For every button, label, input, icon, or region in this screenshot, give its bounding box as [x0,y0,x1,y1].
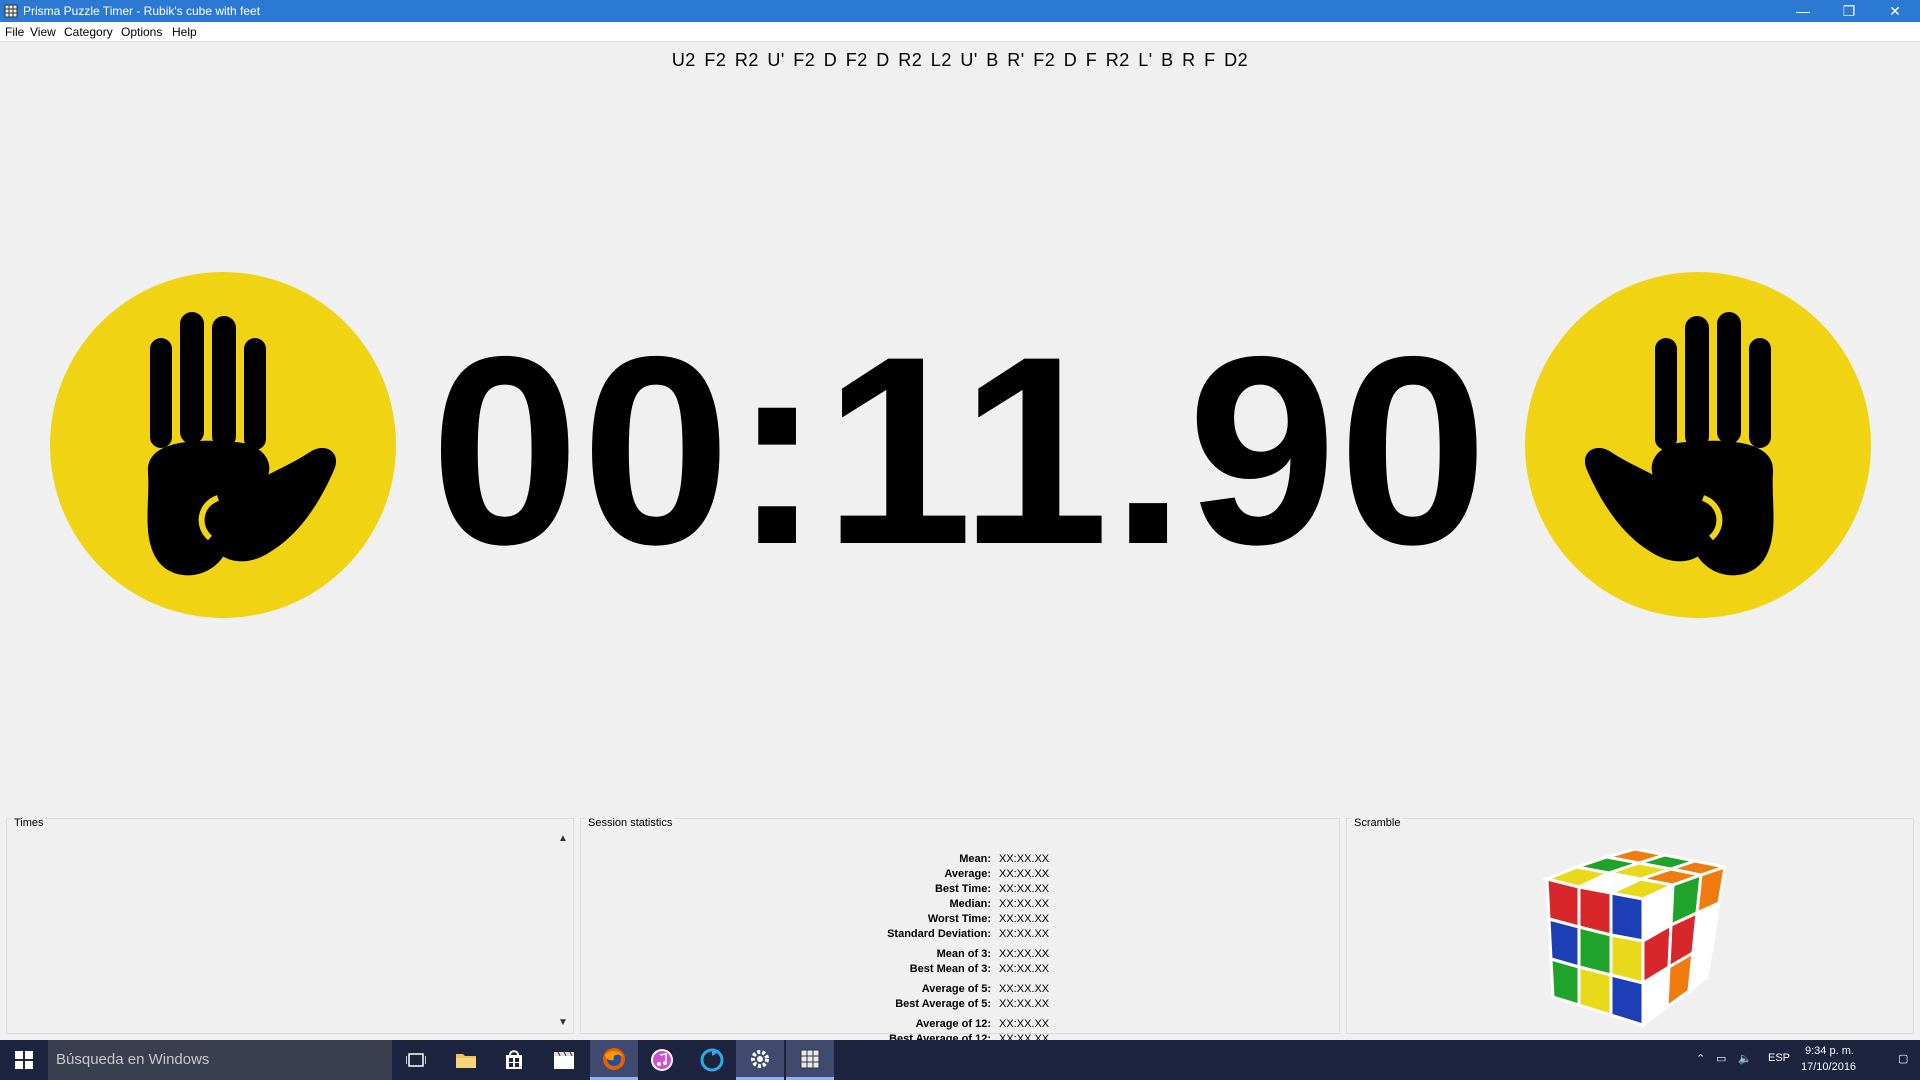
times-panel-title: Times [12,817,46,829]
stat-label: Mean: [959,853,991,865]
stat-row-average: Average: XX:XX.XX [581,868,1341,882]
session-statistics-panel: Session statistics Mean: XX:XX.XX Averag… [580,817,1341,1045]
scroll-up-icon[interactable]: ▲ [555,833,571,847]
network-icon[interactable]: ▭ [1716,1052,1726,1065]
scroll-down-icon[interactable]: ▼ [555,1017,571,1031]
stat-label: Average of 12: [915,1018,991,1030]
window-title: Prisma Puzzle Timer - Rubik's cube with … [23,4,261,18]
stat-label: Best Time: [934,883,991,895]
scramble-text: U2 F2 R2 U' F2 D F2 D R2 L2 U' B R' F2 D… [671,50,1249,70]
search-placeholder: Búsqueda en Windows [56,1051,210,1068]
stat-value: XX:XX.XX [999,963,1050,975]
stat-label: Best Average of 5: [895,998,991,1010]
clock-time[interactable]: 9:34 p. m. [1805,1045,1854,1057]
minimize-button[interactable]: — [1780,0,1826,22]
menu-category[interactable]: Category [64,25,113,39]
media-app-icon[interactable] [540,1040,588,1080]
menu-file[interactable]: File [5,25,24,39]
stat-row-average-of-12: Average of 12: XX:XX.XX [581,1018,1341,1032]
firefox-icon[interactable] [590,1040,638,1080]
stat-row-median: Median: XX:XX.XX [581,898,1341,912]
stats-panel-title: Session statistics [586,817,675,829]
task-view-icon[interactable] [392,1040,440,1080]
stat-label: Best Mean of 3: [909,963,991,975]
stat-row-mean: Mean: XX:XX.XX [581,853,1341,867]
rubiks-cube-preview-icon [1542,849,1727,1028]
store-icon[interactable] [490,1040,538,1080]
itunes-icon[interactable] [638,1040,686,1080]
stat-row-standard-deviation: Standard Deviation: XX:XX.XX [581,928,1341,942]
stat-value: XX:XX.XX [999,1018,1050,1030]
taskbar: Búsqueda en Windows ⌃ ▭ 🔈 ESP 9:34 p. m.… [0,1040,1920,1080]
app-icon [4,4,18,18]
menu-help[interactable]: Help [172,25,197,39]
menu-options[interactable]: Options [121,25,162,39]
stat-label: Worst Time: [927,913,991,925]
stat-value: XX:XX.XX [999,868,1050,880]
title-bar: Prisma Puzzle Timer - Rubik's cube with … [0,0,1920,22]
stat-row-mean-of-3: Mean of 3: XX:XX.XX [581,948,1341,962]
stat-label: Average of 5: [921,983,991,995]
system-tray: ⌃ ▭ 🔈 ESP 9:34 p. m. 17/10/2016 ▢ [1680,1040,1920,1080]
scramble-panel: Scramble [1346,817,1914,1034]
stat-label: Median: [949,898,991,910]
file-explorer-icon[interactable] [442,1040,490,1080]
stat-row-best-average-of-5: Best Average of 5: XX:XX.XX [581,998,1341,1012]
times-scrollbar[interactable]: ▲ ▼ [555,833,571,1031]
stat-value: XX:XX.XX [999,998,1050,1010]
search-input[interactable]: Búsqueda en Windows [48,1040,392,1080]
timer-display: 00:11.90 [430,300,1490,600]
puzzle-timer-icon[interactable] [786,1040,834,1080]
stat-row-average-of-5: Average of 5: XX:XX.XX [581,983,1341,997]
left-hand-sensor-icon [50,272,396,618]
stat-label: Average: [944,868,991,880]
times-panel: Times ▲ ▼ [6,817,574,1034]
scramble-panel-title: Scramble [1352,817,1403,829]
stat-row-worst-time: Worst Time: XX:XX.XX [581,913,1341,927]
notifications-icon[interactable]: ▢ [1898,1052,1908,1065]
right-hand-sensor-icon [1525,272,1871,618]
menu-view[interactable]: View [30,25,56,39]
menu-bar: File View Category Options Help [0,22,1920,42]
settings-icon[interactable] [736,1040,784,1080]
stat-row-best-mean-of-3: Best Mean of 3: XX:XX.XX [581,963,1341,977]
sync-app-icon[interactable] [688,1040,736,1080]
stat-value: XX:XX.XX [999,853,1050,865]
stat-value: XX:XX.XX [999,983,1050,995]
volume-icon[interactable]: 🔈 [1738,1052,1752,1065]
stat-value: XX:XX.XX [999,948,1050,960]
windows-start-icon[interactable] [0,1040,48,1080]
restore-button[interactable]: ❐ [1826,0,1872,22]
stat-value: XX:XX.XX [999,928,1050,940]
stat-row-best-time: Best Time: XX:XX.XX [581,883,1341,897]
language-indicator[interactable]: ESP [1768,1052,1790,1064]
close-button[interactable]: ✕ [1872,0,1918,22]
clock-date[interactable]: 17/10/2016 [1801,1061,1856,1073]
stat-value: XX:XX.XX [999,913,1050,925]
stat-value: XX:XX.XX [999,883,1050,895]
stat-value: XX:XX.XX [999,898,1050,910]
stat-label: Standard Deviation: [887,928,991,940]
show-hidden-icons-icon[interactable]: ⌃ [1696,1052,1705,1065]
stat-label: Mean of 3: [936,948,991,960]
